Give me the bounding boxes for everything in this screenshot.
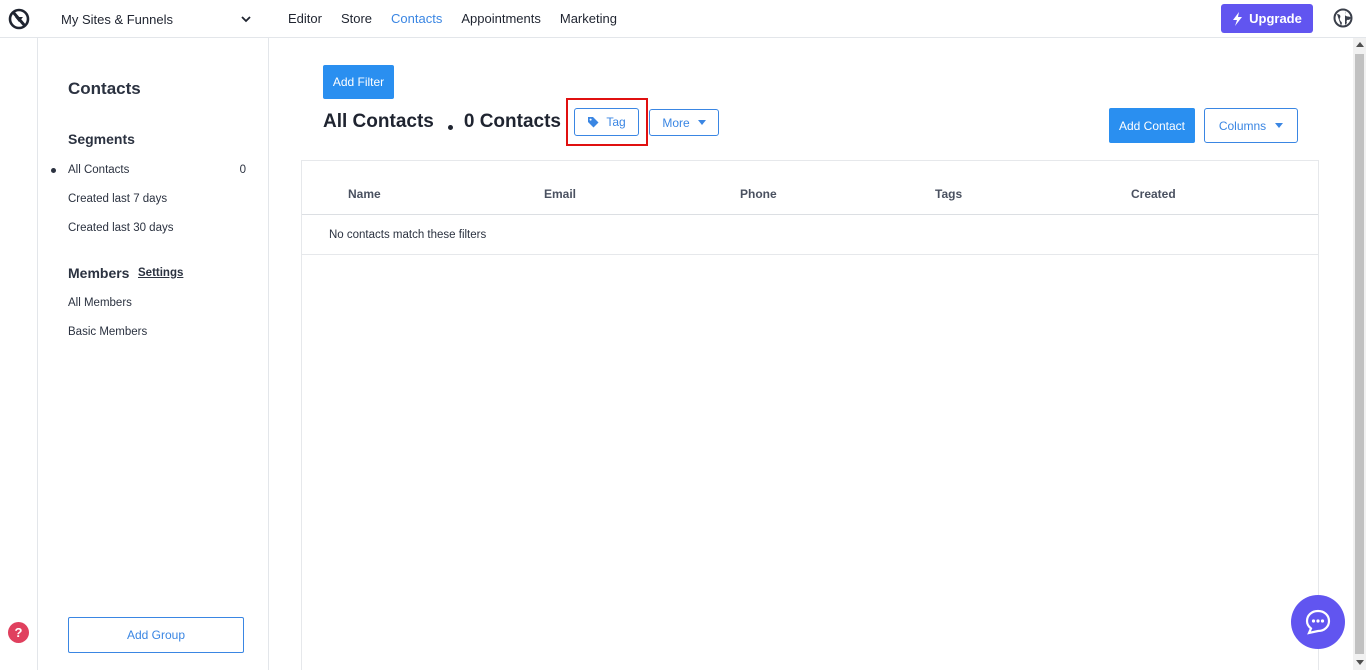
sidebar-item-basic-members[interactable]: Basic Members bbox=[68, 326, 246, 338]
sidebar-item-created-last-30-days[interactable]: Created last 30 days bbox=[68, 222, 246, 234]
more-button-label: More bbox=[662, 115, 690, 130]
sidebar-item-label: All Contacts bbox=[68, 164, 130, 176]
column-header-tags[interactable]: Tags bbox=[935, 187, 962, 201]
sidebar-item-count: 0 bbox=[239, 164, 246, 176]
columns-button-label: Columns bbox=[1218, 118, 1267, 133]
column-header-name[interactable]: Name bbox=[348, 187, 381, 201]
sidebar-item-all-members[interactable]: All Members bbox=[68, 297, 246, 309]
scroll-down-arrow-icon[interactable] bbox=[1356, 660, 1364, 665]
contacts-table: Name Email Phone Tags Created No contact… bbox=[301, 160, 1319, 670]
contact-count: 0 Contacts bbox=[463, 111, 561, 132]
sidebar-item-created-last-7-days[interactable]: Created last 7 days bbox=[68, 193, 246, 205]
nav-editor[interactable]: Editor bbox=[288, 11, 322, 26]
columns-dropdown-button[interactable]: Columns bbox=[1204, 108, 1298, 143]
upgrade-button[interactable]: Upgrade bbox=[1221, 4, 1313, 33]
column-header-created[interactable]: Created bbox=[1131, 187, 1176, 201]
add-contact-button[interactable]: Add Contact bbox=[1109, 108, 1195, 143]
nav-appointments[interactable]: Appointments bbox=[461, 11, 541, 26]
globe-icon[interactable] bbox=[1333, 8, 1353, 28]
tag-icon bbox=[588, 117, 599, 128]
tag-button[interactable]: Tag bbox=[574, 108, 639, 136]
top-bar: My Sites & Funnels Editor Store Contacts… bbox=[0, 0, 1366, 38]
main-nav: Editor Store Contacts Appointments Marke… bbox=[288, 0, 636, 36]
site-switcher-label: My Sites & Funnels bbox=[61, 11, 173, 27]
nav-contacts[interactable]: Contacts bbox=[391, 11, 442, 26]
help-icon[interactable]: ? bbox=[8, 622, 29, 643]
selected-dot bbox=[51, 168, 56, 173]
title-separator-dot bbox=[447, 124, 453, 130]
sidebar-item-label: All Members bbox=[68, 297, 132, 309]
nav-store[interactable]: Store bbox=[341, 11, 372, 26]
members-settings-link[interactable]: Settings bbox=[138, 267, 183, 279]
add-group-button[interactable]: Add Group bbox=[68, 617, 244, 653]
chat-icon bbox=[1305, 609, 1331, 635]
site-switcher-dropdown[interactable]: My Sites & Funnels bbox=[61, 0, 253, 38]
caret-down-icon bbox=[1275, 123, 1284, 128]
column-header-email[interactable]: Email bbox=[544, 187, 576, 201]
more-dropdown-button[interactable]: More bbox=[649, 109, 719, 136]
scroll-up-arrow-icon[interactable] bbox=[1356, 42, 1364, 47]
lightning-icon bbox=[1233, 11, 1243, 26]
upgrade-label: Upgrade bbox=[1249, 11, 1302, 26]
caret-down-icon bbox=[697, 120, 706, 125]
table-header: Name Email Phone Tags Created bbox=[302, 161, 1318, 215]
column-header-phone[interactable]: Phone bbox=[740, 187, 777, 201]
tag-button-label: Tag bbox=[606, 115, 626, 129]
contacts-sidebar: Contacts Segments All Contacts 0 Created… bbox=[38, 38, 269, 670]
sidebar-title: Contacts bbox=[68, 79, 141, 98]
left-rail bbox=[0, 38, 38, 670]
nav-marketing[interactable]: Marketing bbox=[560, 11, 617, 26]
table-row: No contacts match these filters bbox=[302, 216, 1318, 255]
empty-state-message: No contacts match these filters bbox=[329, 229, 487, 241]
sidebar-item-all-contacts[interactable]: All Contacts 0 bbox=[51, 164, 246, 176]
members-heading: Members bbox=[68, 265, 130, 281]
segments-heading: Segments bbox=[68, 131, 135, 147]
page-scrollbar[interactable] bbox=[1353, 38, 1366, 670]
chat-launcher-button[interactable] bbox=[1291, 595, 1345, 649]
sidebar-item-label: Created last 7 days bbox=[68, 193, 168, 205]
scroll-thumb[interactable] bbox=[1355, 54, 1364, 654]
add-filter-button[interactable]: Add Filter bbox=[323, 65, 394, 99]
chevron-down-icon bbox=[241, 16, 251, 23]
brand-logo-icon[interactable] bbox=[8, 8, 30, 30]
sidebar-item-label: Created last 30 days bbox=[68, 222, 174, 234]
page-title: All Contacts 0 Contacts bbox=[323, 111, 561, 133]
page-title-text: All Contacts bbox=[323, 111, 434, 132]
sidebar-item-label: Basic Members bbox=[68, 326, 148, 338]
